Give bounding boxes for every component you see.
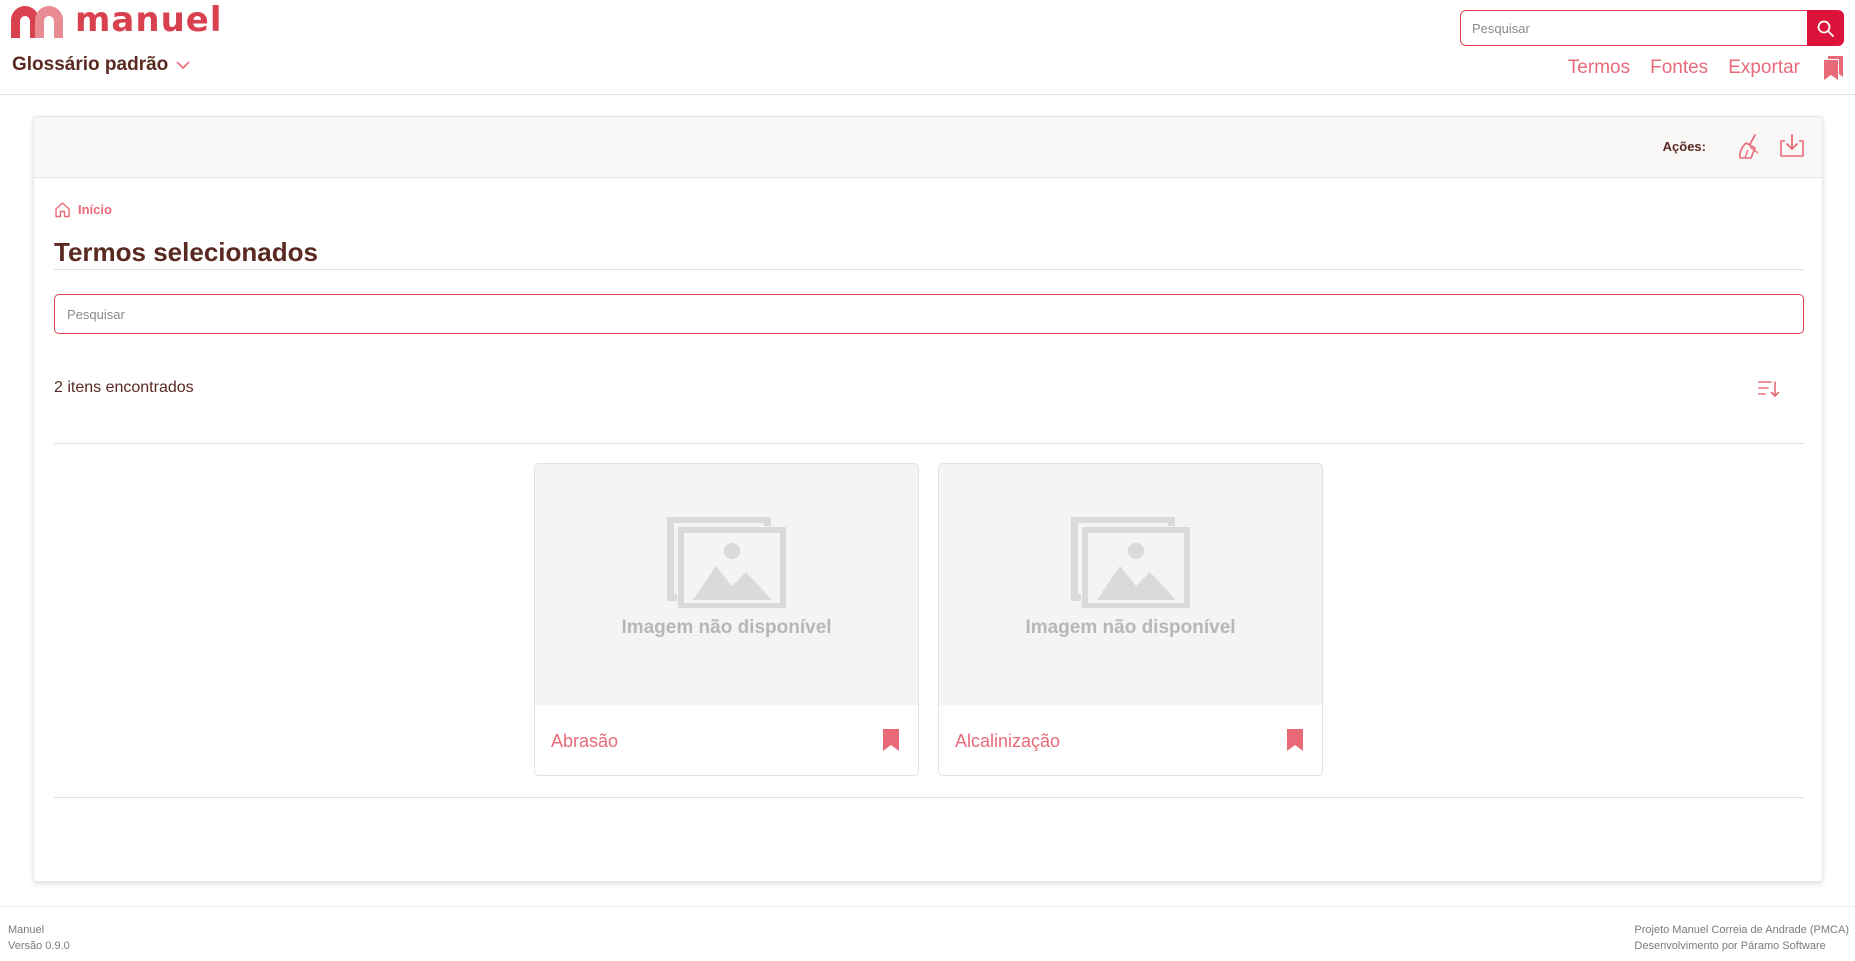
chevron-down-icon [176,60,190,69]
image-unavailable-text: Imagem não disponível [621,617,832,638]
bookmark-button[interactable] [1287,729,1303,751]
term-card[interactable]: Imagem não disponível Alcalinização [938,463,1323,776]
saved-terms-button[interactable] [1824,56,1843,80]
download-icon [1780,134,1804,157]
clear-selection-button[interactable] [1736,132,1764,160]
footer-version: Versão 0.9.0 [8,940,70,952]
term-name[interactable]: Abrasão [551,731,618,752]
footer-project: Projeto Manuel Correia de Andrade (PMCA) [1634,924,1849,936]
footer-left: Manuel Versão 0.9.0 [8,922,70,954]
header-search-button[interactable] [1807,10,1844,46]
logo-mark-icon [11,6,63,38]
term-card[interactable]: Imagem não disponível Abrasão [534,463,919,776]
main-panel: Ações: Início Termos selecionados Pesqui… [33,116,1823,882]
term-image-placeholder: Imagem não disponível [535,464,918,705]
page-footer: Manuel Versão 0.9.0 Projeto Manuel Corre… [0,906,1855,961]
glossary-label: Glossário padrão [12,54,169,75]
header-search [1460,10,1844,46]
term-name[interactable]: Alcalinização [955,731,1060,752]
glossary-selector[interactable]: Glossário padrão [12,54,190,76]
terms-search-input[interactable] [54,294,1804,334]
footer-developer: Desenvolvimento por Páramo Software [1634,940,1826,952]
actions-group: Ações: [1663,132,1806,160]
nav-export[interactable]: Exportar [1728,57,1800,79]
image-unavailable-text: Imagem não disponível [1025,617,1236,638]
nav-sources[interactable]: Fontes [1650,57,1708,79]
bookmark-icon [1287,729,1303,751]
app-logo[interactable]: manuel [11,0,223,40]
actions-bar: Ações: [34,117,1822,178]
main-nav: Termos Fontes Exportar [1548,56,1843,80]
bookmark-button[interactable] [883,729,899,751]
actions-label: Ações: [1662,138,1706,154]
footer-app-name: Manuel [8,924,45,936]
home-icon [55,202,70,218]
title-divider [54,269,1804,270]
breadcrumb-home: Início [78,202,112,217]
footer-right: Projeto Manuel Correia de Andrade (PMCA)… [1634,922,1849,954]
logo-text: manuel [75,0,223,40]
search-icon [1817,20,1834,37]
image-placeholder-icon [1071,517,1190,608]
results-count: 2 itens encontrados [54,379,194,396]
bookmark-icon [883,729,899,751]
page-title: Termos selecionados [54,237,318,267]
term-card-footer: Abrasão [535,705,918,775]
list-bottom-divider [54,797,1804,798]
term-image-placeholder: Imagem não disponível [939,464,1322,705]
image-placeholder-icon [667,517,786,608]
bookmarks-icon [1824,56,1843,80]
sort-icon [1758,381,1780,397]
top-header: manuel Glossário padrão Termos Fontes Ex… [0,0,1855,95]
nav-terms[interactable]: Termos [1568,57,1630,79]
breadcrumb[interactable]: Início [54,201,112,218]
download-button[interactable] [1778,132,1806,160]
results-divider [54,443,1804,444]
broom-icon [1739,134,1759,159]
term-card-footer: Alcalinização [939,705,1322,775]
sort-button[interactable] [1757,378,1781,400]
header-search-input[interactable] [1460,10,1807,46]
